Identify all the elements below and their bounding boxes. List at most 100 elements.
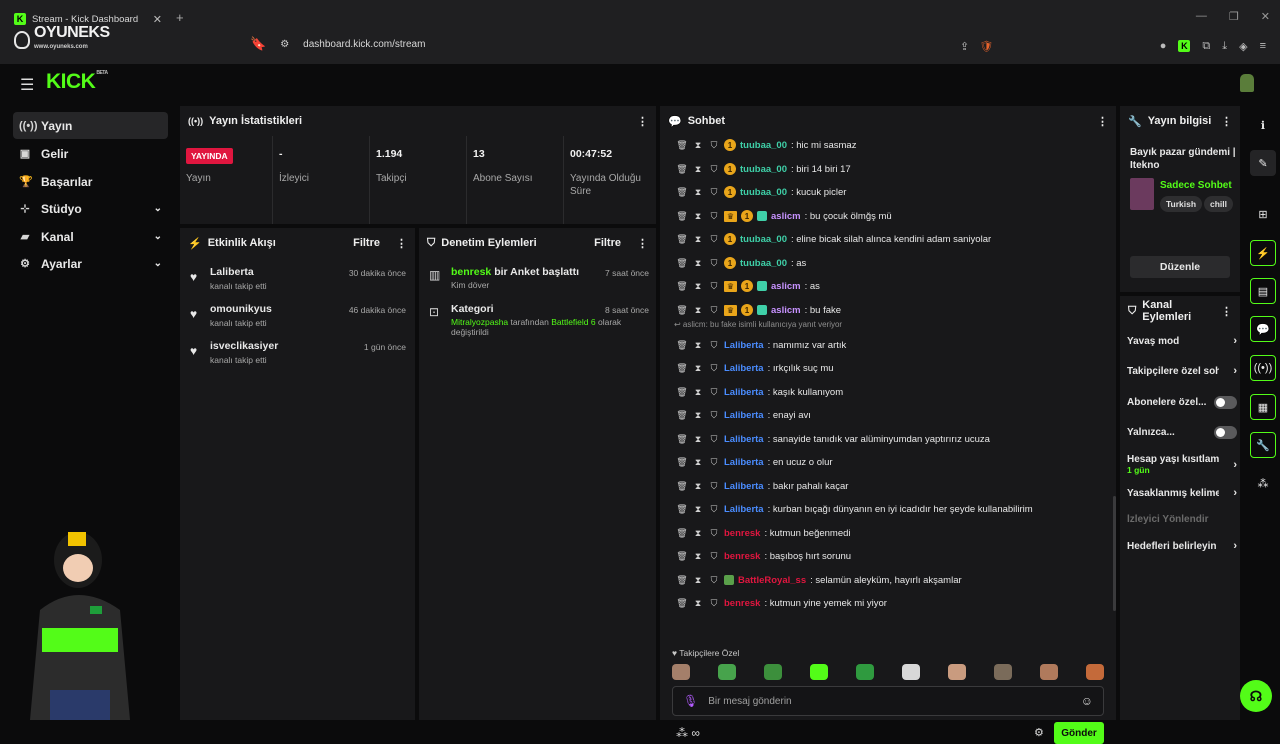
- ban-icon[interactable]: ⛉: [708, 211, 720, 222]
- chat-message[interactable]: 🗑 ⧗ ⛉ Laliberta: en ucuz o olur: [676, 453, 832, 471]
- chat-username[interactable]: tuubaa_00: [740, 164, 787, 175]
- timeout-icon[interactable]: ⧗: [692, 164, 704, 175]
- toggle-switch[interactable]: [1214, 396, 1237, 409]
- emote-icon[interactable]: [856, 664, 874, 680]
- chat-username[interactable]: benresk: [724, 598, 760, 609]
- timeout-icon[interactable]: ⧗: [692, 211, 704, 222]
- chat-message[interactable]: 🗑 ⧗ ⛉ 1 tuubaa_00: hic mi sasmaz: [676, 136, 856, 154]
- vpn-icon[interactable]: ◈: [1239, 40, 1247, 53]
- timeout-icon[interactable]: ⧗: [692, 340, 704, 351]
- ban-icon[interactable]: ⛉: [708, 140, 720, 151]
- chat-message[interactable]: 🗑 ⧗ ⛉ benresk: başıboş hırt sorunu: [676, 547, 851, 565]
- ban-icon[interactable]: ⛉: [708, 234, 720, 245]
- kick-logo[interactable]: KICKBETA: [46, 70, 108, 94]
- delete-message-icon[interactable]: 🗑: [676, 187, 688, 198]
- ban-icon[interactable]: ⛉: [708, 551, 720, 562]
- chat-username[interactable]: benresk: [724, 528, 760, 539]
- microphone-icon[interactable]: 🎙: [683, 694, 698, 708]
- address-bar[interactable]: 🔖 ⚙ dashboard.kick.com/stream: [250, 36, 425, 52]
- delete-message-icon[interactable]: 🗑: [676, 575, 688, 586]
- delete-message-icon[interactable]: 🗑: [676, 164, 688, 175]
- chat-message[interactable]: 🗑 ⧗ ⛉ ♛ 1 aslicm: bu fake: [676, 301, 841, 319]
- emote-icon[interactable]: [764, 664, 782, 680]
- hamburger-icon[interactable]: ☰: [20, 75, 34, 95]
- channel-action-item[interactable]: Yavaş mod ›: [1127, 335, 1237, 347]
- chat-username[interactable]: Laliberta: [724, 340, 764, 351]
- timeout-icon[interactable]: ⧗: [692, 504, 704, 515]
- broadcast-icon[interactable]: ((•)): [1250, 355, 1276, 381]
- chat-username[interactable]: Laliberta: [724, 387, 764, 398]
- chat-message[interactable]: 🗑 ⧗ ⛉ Laliberta: bakır pahalı kaçar: [676, 477, 848, 495]
- chat-message[interactable]: 🗑 ⧗ ⛉ 1 tuubaa_00: biri 14 biri 17: [676, 160, 851, 178]
- filter-button[interactable]: Filtre: [353, 237, 380, 249]
- chat-message[interactable]: 🗑 ⧗ ⛉ Laliberta: namımız var artık: [676, 336, 846, 354]
- timeout-icon[interactable]: ⧗: [692, 187, 704, 198]
- timeout-icon[interactable]: ⧗: [692, 363, 704, 374]
- timeout-icon[interactable]: ⧗: [692, 410, 704, 421]
- stream-tag[interactable]: chill: [1204, 196, 1234, 212]
- emote-icon[interactable]: [1040, 664, 1058, 680]
- activity-user[interactable]: Laliberta: [210, 266, 254, 278]
- chat-message[interactable]: 🗑 ⧗ ⛉ Laliberta: ırkçılık suç mu: [676, 359, 833, 377]
- chat-username[interactable]: Laliberta: [724, 434, 764, 445]
- extension-avatar-icon[interactable]: ●: [1160, 40, 1167, 53]
- ban-icon[interactable]: ⛉: [708, 528, 720, 539]
- ban-icon[interactable]: ⛉: [708, 340, 720, 351]
- activity-user[interactable]: isveclikasiyer: [210, 340, 278, 352]
- chat-message[interactable]: 🗑 ⧗ ⛉ Laliberta: enayi avı: [676, 406, 811, 424]
- chat-username[interactable]: Laliberta: [724, 410, 764, 421]
- ban-icon[interactable]: ⛉: [708, 258, 720, 269]
- minimize-icon[interactable]: —: [1196, 10, 1207, 23]
- delete-message-icon[interactable]: 🗑: [676, 504, 688, 515]
- timeout-icon[interactable]: ⧗: [692, 598, 704, 609]
- chat-message[interactable]: 🗑 ⧗ ⛉ benresk: kutmun yine yemek mi yiyor: [676, 594, 887, 612]
- close-tab-icon[interactable]: ✕: [153, 13, 162, 26]
- layout-icon[interactable]: ▦: [1250, 394, 1276, 420]
- ban-icon[interactable]: ⛉: [708, 598, 720, 609]
- timeout-icon[interactable]: ⧗: [692, 528, 704, 539]
- kick-extension-icon[interactable]: K: [1178, 40, 1191, 52]
- delete-message-icon[interactable]: 🗑: [676, 410, 688, 421]
- timeout-icon[interactable]: ⧗: [692, 575, 704, 586]
- chat-message[interactable]: 🗑 ⧗ ⛉ ♛ 1 aslicm: bu çocuk ölmğş mü: [676, 207, 892, 225]
- chat-username[interactable]: Laliberta: [724, 457, 764, 468]
- ban-icon[interactable]: ⛉: [708, 504, 720, 515]
- bookmark-icon[interactable]: 🔖: [250, 36, 266, 52]
- stream-category[interactable]: Sadece Sohbet: [1160, 180, 1232, 191]
- new-tab-icon[interactable]: +: [176, 10, 184, 25]
- toggle-switch[interactable]: [1214, 426, 1237, 439]
- help-icon[interactable]: ☊: [1240, 680, 1272, 712]
- chat-settings-icon[interactable]: ⚙: [1034, 726, 1044, 739]
- clip-icon[interactable]: ⊞: [1250, 201, 1276, 227]
- ban-icon[interactable]: ⛉: [708, 363, 720, 374]
- delete-message-icon[interactable]: 🗑: [676, 305, 688, 316]
- ban-icon[interactable]: ⛉: [708, 457, 720, 468]
- emote-icon[interactable]: [994, 664, 1012, 680]
- emote-icon[interactable]: [902, 664, 920, 680]
- channel-action-item[interactable]: Yasaklanmış kelimeler ›: [1127, 487, 1237, 499]
- timeout-icon[interactable]: ⧗: [692, 258, 704, 269]
- chat-message[interactable]: 🗑 ⧗ ⛉ benresk: kutmun beğenmedi: [676, 524, 850, 542]
- chat-message[interactable]: 🗑 ⧗ ⛉ Laliberta: sanayide tanıdık var alümi…: [676, 430, 990, 448]
- chat-username[interactable]: benresk: [724, 551, 760, 562]
- info-icon[interactable]: ℹ: [1250, 112, 1276, 138]
- emote-icon[interactable]: [672, 664, 690, 680]
- points-indicator[interactable]: ⁂ ∞: [676, 726, 700, 740]
- download-icon[interactable]: ⤓: [1222, 40, 1227, 53]
- more-options-icon[interactable]: ⋮: [1097, 115, 1108, 128]
- timeout-icon[interactable]: ⧗: [692, 140, 704, 151]
- timeout-icon[interactable]: ⧗: [692, 305, 704, 316]
- sidebar-item-yayin[interactable]: ((•)) Yayın: [13, 112, 168, 139]
- more-options-icon[interactable]: ⋮: [1221, 115, 1232, 128]
- url-text[interactable]: dashboard.kick.com/stream: [303, 39, 425, 50]
- ban-icon[interactable]: ⛉: [708, 305, 720, 316]
- ban-icon[interactable]: ⛉: [708, 410, 720, 421]
- delete-message-icon[interactable]: 🗑: [676, 211, 688, 222]
- close-window-icon[interactable]: ✕: [1261, 10, 1270, 23]
- more-options-icon[interactable]: ⋮: [637, 115, 648, 128]
- chat-username[interactable]: tuubaa_00: [740, 187, 787, 198]
- brave-shield-icon[interactable]: 🛡: [979, 40, 993, 53]
- lightning-icon[interactable]: ⚡: [1250, 240, 1276, 266]
- delete-message-icon[interactable]: 🗑: [676, 340, 688, 351]
- filter-button[interactable]: Filtre: [594, 237, 621, 249]
